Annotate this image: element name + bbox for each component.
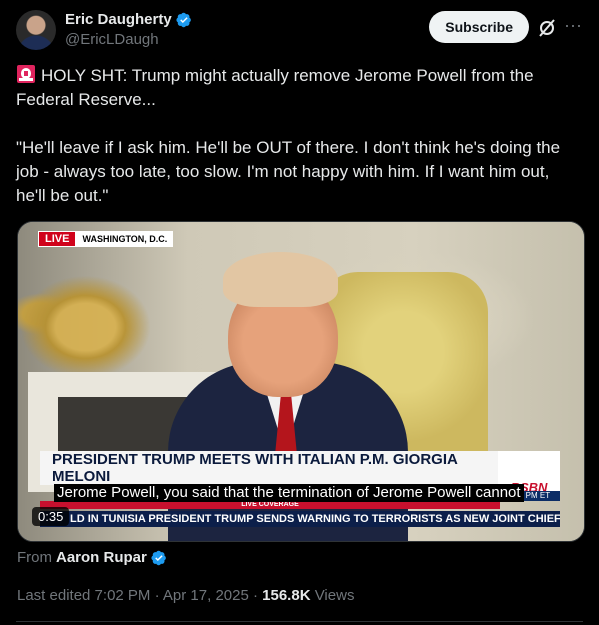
rotating-light-icon — [17, 65, 35, 83]
person-hair — [223, 252, 338, 307]
headline-banner: PRESIDENT TRUMP MEETS WITH ITALIAN P.M. … — [40, 451, 500, 485]
from-attribution: From Aaron Rupar — [17, 549, 167, 566]
tweet-line-1: HOLY SHT: Trump might actually remove Je… — [16, 66, 539, 109]
views-label: Views — [310, 587, 355, 604]
views-count: 156.8K — [262, 587, 311, 604]
avatar[interactable] — [16, 10, 56, 50]
author-display-name[interactable]: Eric Daugherty — [65, 11, 172, 28]
tweet-text: HOLY SHT: Trump might actually remove Je… — [16, 64, 583, 208]
grok-icon[interactable] — [537, 18, 557, 38]
tweet-header: Eric Daugherty @EricLDaugh Subscribe ··· — [16, 10, 583, 54]
from-name-link[interactable]: Aaron Rupar — [56, 549, 147, 566]
live-label: LIVE — [38, 231, 77, 247]
edited-timestamp[interactable]: Last edited 7:02 PM · Apr 17, 2025 · — [17, 587, 262, 604]
location-label: WASHINGTON, D.C. — [76, 231, 174, 247]
video-player[interactable]: LIVE WASHINGTON, D.C. PRESIDENT TRUMP ME… — [17, 221, 585, 542]
author-block: Eric Daugherty @EricLDaugh — [65, 11, 192, 48]
closed-caption: Jerome Powell, you said that the termina… — [54, 484, 524, 502]
video-duration: 0:35 — [32, 507, 70, 526]
tweet-meta: Last edited 7:02 PM · Apr 17, 2025 · 156… — [17, 587, 354, 604]
verified-badge-icon — [176, 12, 191, 27]
news-ticker: LD IN TUNISIA PRESIDENT TRUMP SENDS WARN… — [40, 511, 560, 527]
author-display-name-row[interactable]: Eric Daugherty — [65, 11, 192, 28]
from-prefix: From — [17, 549, 52, 566]
live-coverage-bar: LIVE COVERAGE — [40, 501, 500, 509]
more-icon[interactable]: ··· — [563, 16, 583, 38]
live-badge: LIVE WASHINGTON, D.C. — [38, 231, 174, 247]
verified-badge-icon — [151, 550, 166, 565]
author-handle[interactable]: @EricLDaugh — [65, 31, 192, 48]
tweet-line-3: "He'll leave if I ask him. He'll be OUT … — [16, 138, 565, 205]
divider — [16, 621, 583, 622]
live-coverage-text: LIVE COVERAGE — [241, 501, 299, 508]
subscribe-button[interactable]: Subscribe — [429, 11, 529, 43]
